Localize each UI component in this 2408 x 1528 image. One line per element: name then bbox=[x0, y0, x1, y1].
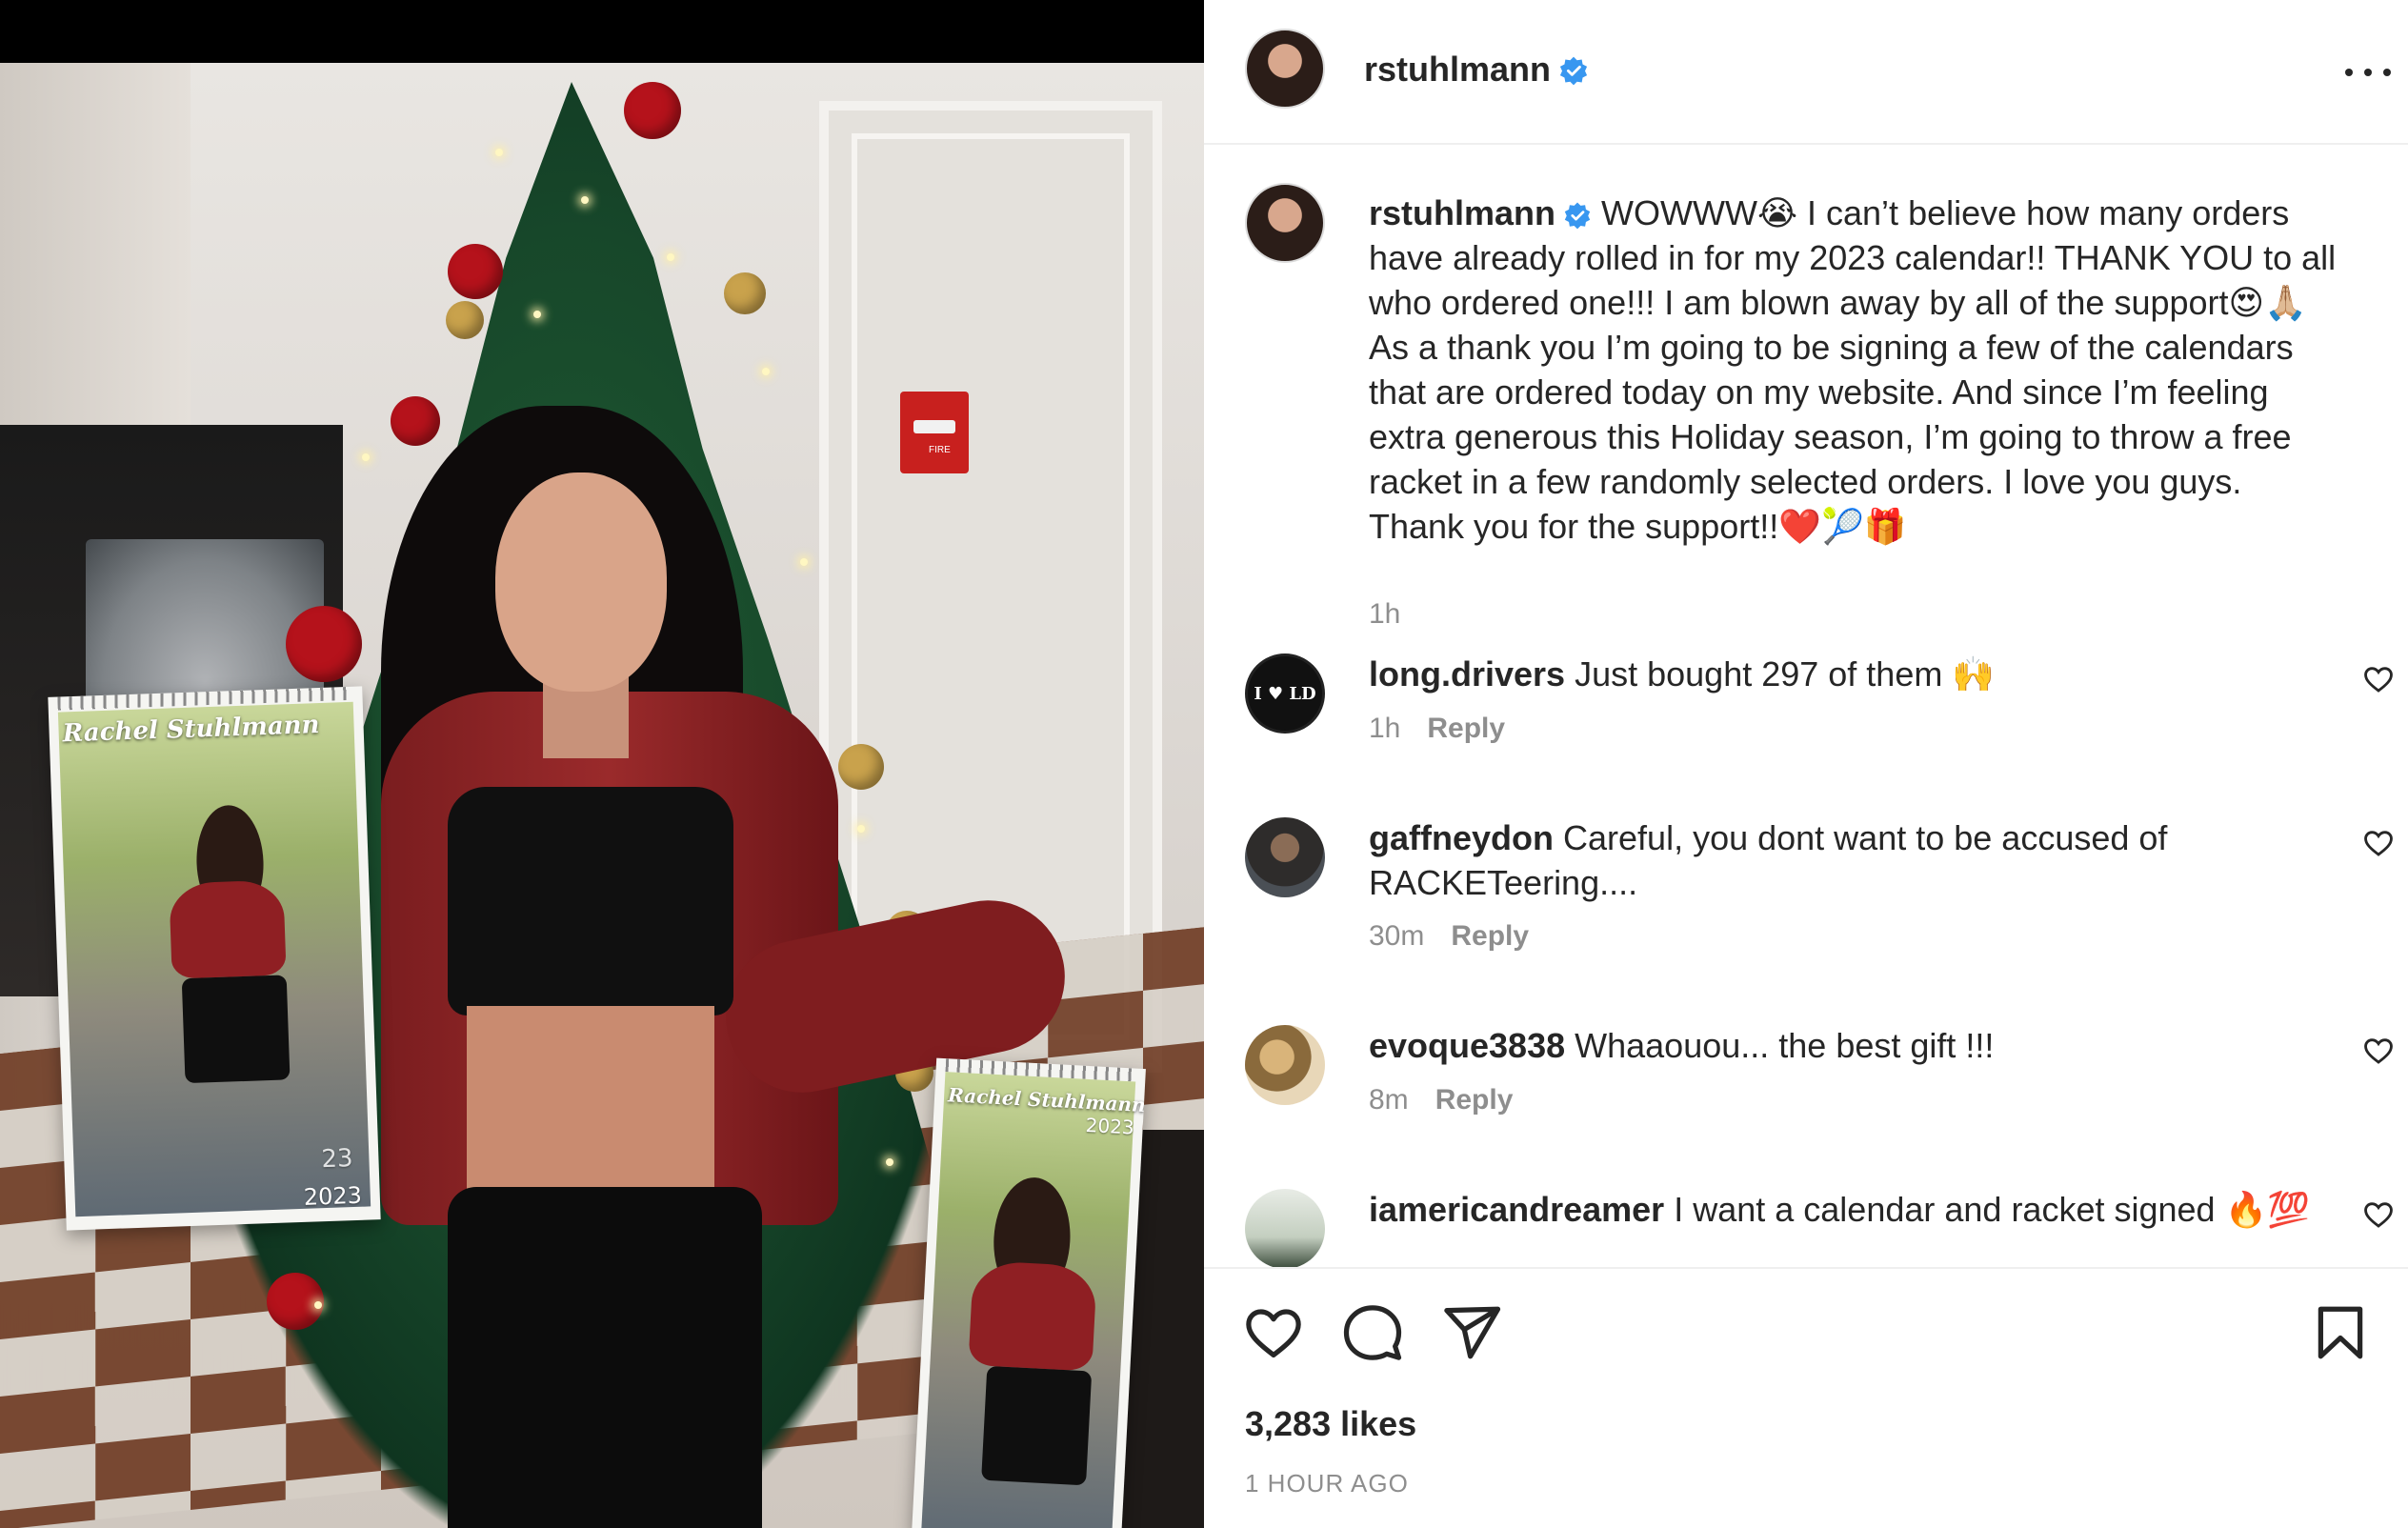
tree-light bbox=[495, 149, 503, 156]
likes-count[interactable]: 3,283 likes bbox=[1245, 1404, 1416, 1444]
fire-alarm: FIRE bbox=[900, 392, 969, 473]
comment-meta: 30m Reply bbox=[1369, 920, 1529, 953]
ornament bbox=[624, 82, 681, 139]
comment-meta: 1h Reply bbox=[1369, 713, 1505, 745]
heart-icon[interactable] bbox=[2362, 1198, 2395, 1231]
comment-time: 30m bbox=[1369, 920, 1425, 952]
calendar-right: Rachel Stuhlmann 2023 bbox=[912, 1057, 1146, 1528]
tree-light bbox=[886, 1158, 893, 1166]
fire-alarm-label: FIRE bbox=[929, 445, 951, 455]
tree-light bbox=[857, 825, 865, 833]
caption-username[interactable]: rstuhlmann bbox=[1369, 193, 1592, 232]
ornament bbox=[391, 396, 440, 446]
ornament bbox=[448, 244, 503, 299]
calendar-year-short: 23 bbox=[320, 1144, 354, 1175]
comment-body: long.drivers Just bought 297 of them 🙌 bbox=[1369, 652, 2340, 696]
comment-time: 8m bbox=[1369, 1084, 1409, 1116]
reply-button[interactable]: Reply bbox=[1435, 1084, 1514, 1116]
tree-light bbox=[800, 558, 808, 566]
tree-light bbox=[667, 253, 674, 261]
commenter-avatar[interactable] bbox=[1245, 1189, 1325, 1267]
comment-text: Whaaouou... the best gift !!! bbox=[1575, 1026, 1995, 1065]
commenter-avatar[interactable] bbox=[1245, 817, 1325, 897]
heart-icon[interactable] bbox=[2362, 827, 2395, 859]
person-top bbox=[448, 787, 733, 1015]
calendar-left: Rachel Stuhlmann 23 2023 bbox=[48, 686, 381, 1231]
calendar-year: 2023 bbox=[1085, 1113, 1135, 1139]
post-timestamp: 1 HOUR AGO bbox=[1245, 1469, 1409, 1498]
author-username[interactable]: rstuhlmann bbox=[1364, 50, 1589, 90]
paper-plane-icon[interactable] bbox=[1440, 1301, 1503, 1364]
comment-text: I want a calendar and racket signed 🔥💯 bbox=[1674, 1190, 2311, 1229]
comments-list[interactable]: rstuhlmann WOWWW😭 I can’t believe how ma… bbox=[1204, 145, 2408, 1267]
comment-username[interactable]: iamericandreamer bbox=[1369, 1190, 1664, 1229]
commenter-avatar[interactable]: I ♥ LD bbox=[1245, 653, 1325, 734]
ornament bbox=[446, 301, 484, 339]
post-header: rstuhlmann bbox=[1204, 0, 2408, 145]
caption-body: rstuhlmann WOWWW😭 I can’t believe how ma… bbox=[1369, 191, 2340, 549]
author-avatar[interactable] bbox=[1245, 29, 1325, 109]
reply-button[interactable]: Reply bbox=[1451, 920, 1529, 952]
comment-username[interactable]: gaffneydon bbox=[1369, 818, 1554, 857]
comment-body: gaffneydon Careful, you dont want to be … bbox=[1369, 815, 2340, 905]
heart-icon[interactable] bbox=[1242, 1301, 1305, 1364]
heart-icon[interactable] bbox=[2362, 663, 2395, 695]
comment-bubble-icon[interactable] bbox=[1341, 1301, 1404, 1364]
comment-body: iamericandreamer I want a calendar and r… bbox=[1369, 1187, 2340, 1232]
person-leggings bbox=[448, 1187, 762, 1528]
caption-time: 1h bbox=[1369, 598, 1401, 630]
tree-light bbox=[533, 311, 541, 318]
ornament bbox=[724, 272, 766, 314]
comment-meta: 8m Reply bbox=[1369, 1084, 1513, 1116]
tree-light bbox=[762, 368, 770, 375]
person-midriff bbox=[467, 1006, 714, 1196]
heart-icon[interactable] bbox=[2362, 1035, 2395, 1067]
comment-body: evoque3838 Whaaouou... the best gift !!! bbox=[1369, 1023, 2340, 1068]
reply-button[interactable]: Reply bbox=[1427, 713, 1505, 744]
post-actions: 3,283 likes 1 HOUR AGO bbox=[1204, 1267, 2408, 1528]
person-face bbox=[495, 472, 667, 692]
calendar-year: 2023 bbox=[303, 1181, 363, 1211]
comment-time: 1h bbox=[1369, 713, 1401, 744]
comment-text: Just bought 297 of them 🙌 bbox=[1575, 654, 1996, 694]
tree-light bbox=[362, 453, 370, 461]
verified-badge-icon bbox=[1559, 56, 1588, 86]
comment-username[interactable]: long.drivers bbox=[1369, 654, 1565, 694]
tree-light bbox=[581, 196, 589, 204]
ornament bbox=[286, 606, 362, 682]
commenter-avatar[interactable] bbox=[1245, 1025, 1325, 1105]
ornament bbox=[838, 744, 884, 790]
commenter-avatar-logo: I ♥ LD bbox=[1254, 683, 1316, 704]
caption-text: WOWWW😭 I can’t believe how many orders h… bbox=[1369, 193, 2337, 546]
comment-username[interactable]: evoque3838 bbox=[1369, 1026, 1565, 1065]
author-avatar[interactable] bbox=[1245, 183, 1325, 263]
post-media[interactable]: FIRE Rachel Stuhlmann 23 2023 Rachel Stu… bbox=[0, 0, 1204, 1528]
post-photo[interactable]: FIRE Rachel Stuhlmann 23 2023 Rachel Stu… bbox=[0, 63, 1204, 1528]
tree-light bbox=[314, 1301, 322, 1309]
verified-badge-icon bbox=[1564, 202, 1591, 230]
post-sidebar: rstuhlmann rstuhlmann WOWWW😭 I can’t bel… bbox=[1204, 0, 2408, 1528]
more-options-icon[interactable] bbox=[2339, 53, 2397, 91]
bookmark-icon[interactable] bbox=[2309, 1301, 2372, 1364]
